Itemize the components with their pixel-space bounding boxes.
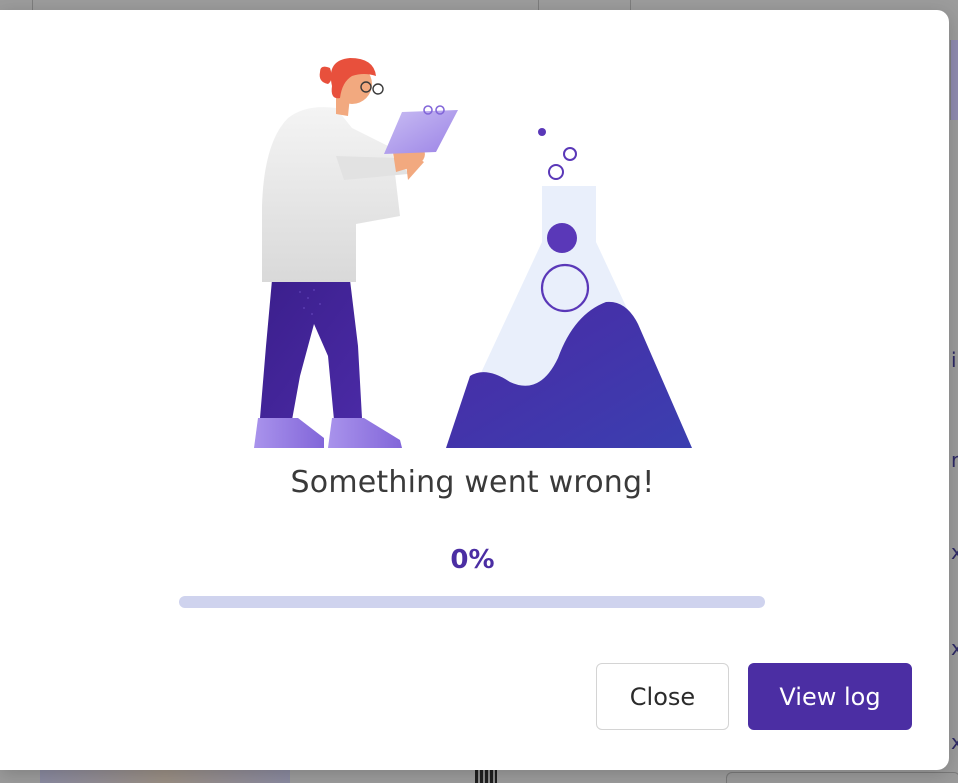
view-log-button[interactable]: View log <box>748 663 912 730</box>
progress-percentage: 0% <box>450 545 495 575</box>
flask-figure <box>446 128 692 448</box>
modal-backdrop[interactable]: i r x x x Something went wrong! 0% Close… <box>0 0 958 783</box>
progress-bar <box>179 596 765 608</box>
error-message: Something went wrong! <box>290 465 655 500</box>
background-text: x <box>951 730 958 754</box>
background-text: x <box>951 636 958 660</box>
scientist-with-flask-illustration <box>254 58 692 448</box>
close-button[interactable]: Close <box>596 663 729 730</box>
error-dialog: Something went wrong! 0% Close View log <box>0 10 949 770</box>
background-card <box>726 772 958 783</box>
background-barcode <box>475 770 497 783</box>
background-image-thumbnail <box>40 770 290 783</box>
background-text: x <box>951 540 958 564</box>
background-text: i <box>951 348 957 372</box>
background-panel <box>950 40 958 120</box>
scientist-figure <box>254 58 458 448</box>
background-text: r <box>951 448 958 472</box>
